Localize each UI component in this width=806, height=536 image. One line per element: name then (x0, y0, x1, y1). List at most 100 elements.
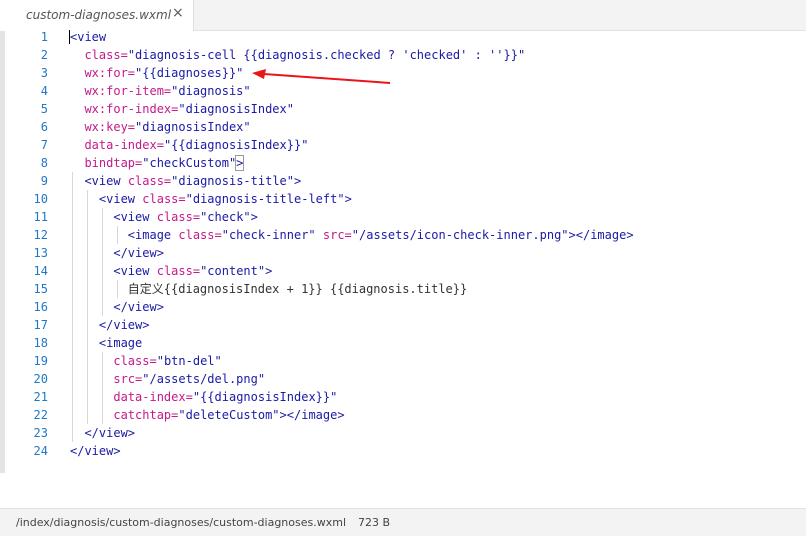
indent-guide (87, 316, 88, 334)
attr-value: "diagnosis-title-left" (185, 192, 345, 206)
closing-tag: ></image> (568, 228, 634, 242)
tag-bracket: > (250, 210, 258, 224)
indent-guide (102, 208, 103, 226)
code-editor[interactable]: <view class="diagnosis-cell {{diagnosis.… (69, 28, 790, 460)
indent-guide (87, 406, 88, 424)
attr-value: "{{diagnoses}}" (135, 66, 244, 80)
indent-guide (72, 316, 73, 334)
attr-name: wx:for-item= (84, 84, 172, 98)
file-tab[interactable]: custom-diagnoses.wxml × (0, 0, 194, 31)
attr-name: class= (127, 174, 172, 188)
indent-guide (72, 370, 73, 388)
code-line[interactable]: wx:for="{{diagnoses}}" (70, 64, 790, 82)
line-number: 3 (40, 66, 48, 80)
attr-value: "diagnosis-cell {{diagnosis.checked ? 'c… (127, 48, 526, 62)
file-size: 723 B (358, 516, 391, 529)
indent-guide (72, 226, 73, 244)
indent-guide (102, 388, 103, 406)
attr-value: "check-inner" (221, 228, 316, 242)
indent-guide (72, 262, 73, 280)
code-line[interactable]: data-index="{{diagnosisIndex}}" (70, 136, 790, 154)
attr-value: "content" (200, 264, 266, 278)
code-line[interactable]: class="btn-del" (70, 352, 790, 370)
indent-guide (87, 244, 88, 262)
code-line[interactable]: wx:for-index="diagnosisIndex" (70, 100, 790, 118)
code-line[interactable]: 自定义{{diagnosisIndex + 1}} {{diagnosis.ti… (70, 280, 790, 298)
code-line[interactable]: catchtap="deleteCustom"></image> (70, 406, 790, 424)
tag-name: <view (113, 210, 157, 224)
close-icon[interactable]: × (172, 5, 184, 21)
line-number: 9 (40, 174, 48, 188)
indent-guide (117, 226, 118, 244)
status-bar: /index/diagnosis/custom-diagnoses/custom… (0, 508, 806, 536)
code-line[interactable]: <view (69, 28, 790, 46)
tag-name: <image (127, 228, 179, 242)
line-number: 12 (33, 228, 48, 242)
indent-guide (72, 172, 73, 190)
line-number: 24 (33, 444, 48, 458)
attr-name: wx:for-index= (84, 102, 179, 116)
matched-bracket: > (235, 155, 245, 171)
closing-tag: </view> (84, 426, 136, 440)
line-number: 14 (33, 264, 48, 278)
arrow-head (252, 69, 266, 79)
code-line[interactable]: <image class="check-inner" src="/assets/… (70, 226, 790, 244)
code-line[interactable]: </view> (70, 424, 790, 442)
code-line[interactable]: </view> (70, 298, 790, 316)
line-number: 2 (40, 48, 48, 62)
attr-name: class= (156, 264, 201, 278)
code-line[interactable]: <view class="diagnosis-title"> (70, 172, 790, 190)
tag-name: <view (113, 264, 157, 278)
editor-left-border (0, 31, 5, 473)
tag-name: <view (98, 192, 143, 206)
indent-guide (102, 262, 103, 280)
code-line[interactable]: data-index="{{diagnosisIndex}}" (70, 388, 790, 406)
indent-guide (102, 406, 103, 424)
attr-value: "{{diagnosisIndex}}" (163, 138, 309, 152)
attr-name: catchtap= (113, 408, 179, 422)
attr-value: "diagnosisIndex" (135, 120, 251, 134)
tab-filename[interactable]: custom-diagnoses.wxml (26, 8, 171, 22)
code-line[interactable]: wx:for-item="diagnosis" (70, 82, 790, 100)
tag-name: <view (84, 174, 128, 188)
line-number: 1 (40, 30, 48, 44)
code-line[interactable]: class="diagnosis-cell {{diagnosis.checke… (70, 46, 790, 64)
text-cursor: < (69, 30, 78, 44)
indent-guide (87, 334, 88, 352)
attr-value: "diagnosis" (171, 84, 251, 98)
line-number: 18 (33, 336, 48, 350)
tab-bar: custom-diagnoses.wxml × (0, 0, 806, 31)
indent-guide (102, 280, 103, 298)
closing-tag: </view> (70, 444, 121, 458)
code-line[interactable]: <view class="check"> (70, 208, 790, 226)
line-number: 6 (40, 120, 48, 134)
tag-name: <image (98, 336, 143, 350)
tag-bracket: > (294, 174, 302, 188)
code-line[interactable]: <view class="content"> (70, 262, 790, 280)
indent-guide (102, 244, 103, 262)
indent-guide (72, 406, 73, 424)
indent-guide (72, 388, 73, 406)
code-line[interactable]: bindtap="checkCustom"> (70, 154, 790, 172)
code-line[interactable]: <image (70, 334, 790, 352)
attr-name: class= (156, 210, 201, 224)
code-line[interactable]: </view> (70, 442, 790, 460)
code-line[interactable]: wx:key="diagnosisIndex" (70, 118, 790, 136)
indent-guide (87, 226, 88, 244)
attr-name: class= (113, 354, 157, 368)
code-line[interactable]: <view class="diagnosis-title-left"> (70, 190, 790, 208)
code-line[interactable]: src="/assets/del.png" (70, 370, 790, 388)
file-path: /index/diagnosis/custom-diagnoses/custom… (16, 516, 347, 529)
attr-value: "check" (200, 210, 251, 224)
indent-guide (87, 262, 88, 280)
line-number-gutter: 1 2 3 4 5 6 7 8 9 10 11 12 13 14 15 16 1… (6, 28, 54, 460)
text-content: 自定义{{diagnosisIndex + 1}} {{diagnosis.ti… (127, 282, 468, 296)
code-line[interactable]: </view> (70, 244, 790, 262)
line-number: 21 (33, 390, 48, 404)
code-line[interactable]: </view> (70, 316, 790, 334)
attr-value: "deleteCustom" (178, 408, 280, 422)
closing-tag: </view> (113, 300, 164, 314)
attr-name: src= (113, 372, 143, 386)
line-number: 8 (40, 156, 48, 170)
line-number: 20 (33, 372, 48, 386)
